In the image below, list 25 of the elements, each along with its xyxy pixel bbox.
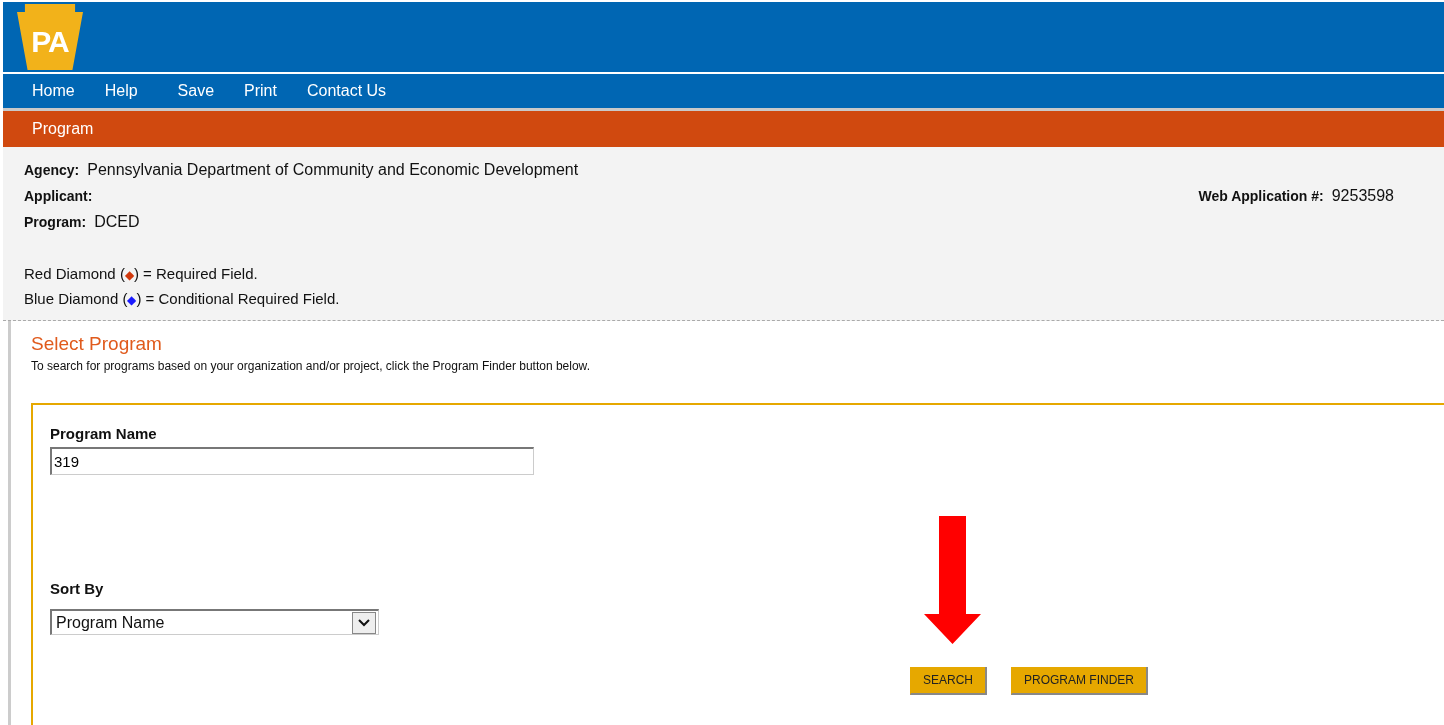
field-value: Pennsylvania Department of Community and Economic Development <box>87 161 579 179</box>
nav-link[interactable]: Help <box>104 82 138 100</box>
instructions-text: To search for programs based on your organization and/or project, click the Program Finder button below. <box>31 359 591 373</box>
nav-link[interactable]: Contact Us <box>306 82 387 100</box>
nav-link[interactable]: Print <box>244 82 277 100</box>
field-label: Applicant: <box>24 188 93 204</box>
nav-link[interactable]: Home <box>32 82 75 100</box>
program-name-field[interactable]: 319 <box>50 447 534 475</box>
page-heading: Select Program <box>31 333 163 355</box>
sort-by-dropdown[interactable]: Program Name <box>50 609 379 635</box>
nav-link[interactable]: Save <box>177 82 215 100</box>
program-finder-button[interactable]: PROGRAM FINDER <box>1011 667 1149 695</box>
field-label: Program Name <box>50 425 158 442</box>
section-title: Program <box>32 120 94 138</box>
search-button[interactable]: SEARCH <box>910 667 987 695</box>
field-value: DCED <box>94 213 140 231</box>
field-label: Program: <box>24 214 87 230</box>
caret-icon <box>358 618 370 627</box>
field-label: Agency: <box>24 162 80 178</box>
field-label: Sort By <box>50 580 105 597</box>
keystone-logo: PA <box>17 4 83 70</box>
field-value: 9253598 <box>1331 187 1394 205</box>
legend-text: Red Diamond (◆) = Required Field. <box>24 264 259 284</box>
legend-text: Blue Diamond (◆) = Conditional Required Field. <box>24 289 341 309</box>
field-label: Web Application #: <box>1198 188 1324 204</box>
